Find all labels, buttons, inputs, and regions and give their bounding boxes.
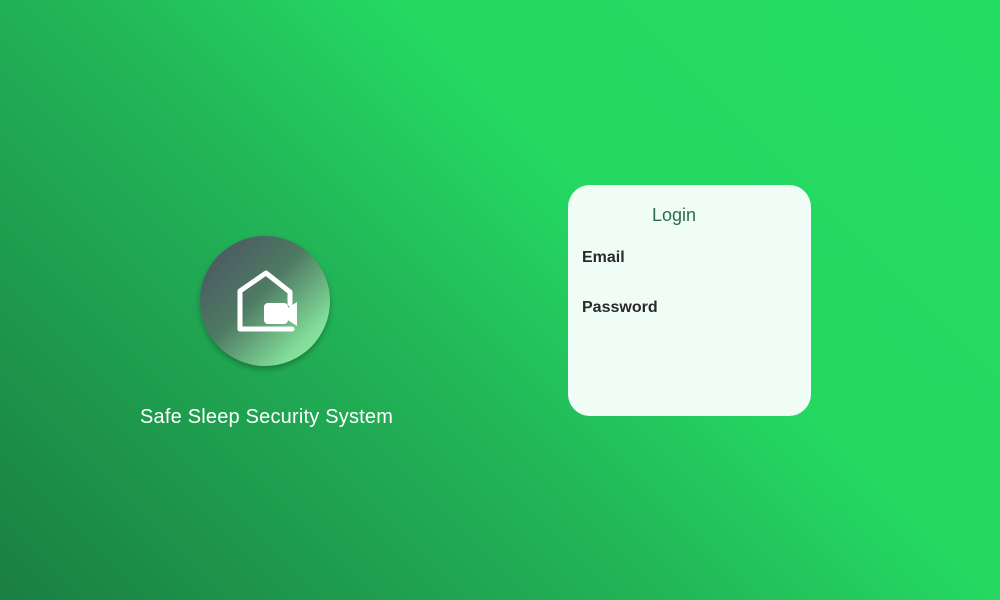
app-logo	[200, 236, 330, 366]
login-title: Login	[651, 205, 697, 225]
app-title: Safe Sleep Security System	[140, 406, 394, 428]
password-field[interactable]	[582, 321, 797, 341]
login-card: Login Email Password	[568, 185, 811, 416]
brand-section: Safe Sleep Security System	[140, 236, 394, 429]
email-field-group: Email	[582, 249, 797, 291]
home-camera-icon	[237, 270, 297, 332]
email-label: Email	[582, 249, 625, 266]
password-field-group: Password	[582, 299, 797, 341]
email-field[interactable]	[582, 271, 797, 291]
password-label: Password	[582, 299, 658, 316]
